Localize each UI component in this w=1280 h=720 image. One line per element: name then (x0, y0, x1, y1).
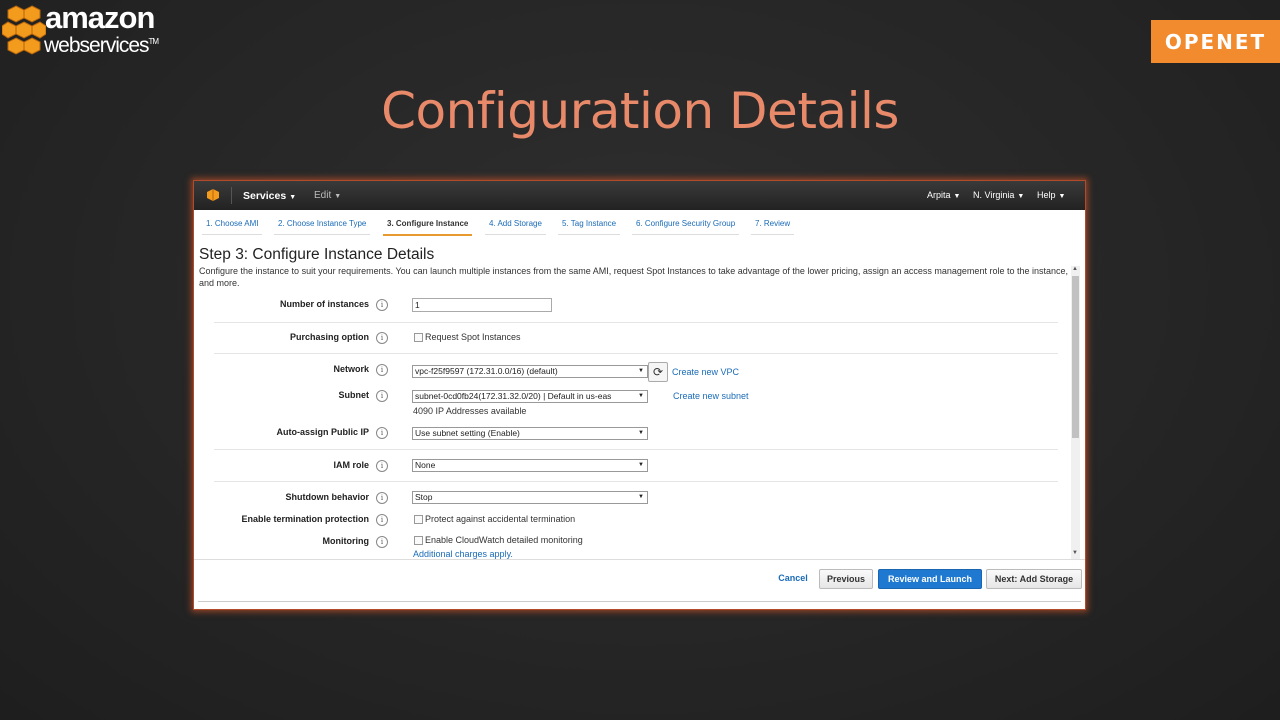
scrollbar[interactable]: ▲ ▼ (1071, 266, 1080, 559)
scrollbar-thumb[interactable] (1072, 276, 1079, 438)
row-divider (214, 322, 1058, 323)
row-divider (214, 353, 1058, 354)
tab-tag-instance[interactable]: 5. Tag Instance (558, 217, 621, 235)
tab-configure-security-group[interactable]: 6. Configure Security Group (632, 217, 740, 235)
aws-tm: TM (148, 37, 160, 46)
step-description: Configure the instance to suit your requ… (199, 266, 1068, 288)
instances-input[interactable]: 1 (412, 298, 552, 312)
chevron-down-icon: ▼ (289, 194, 297, 201)
public-ip-label: Auto-assign Public IP (276, 427, 369, 437)
aws-amazon-text: amazon (45, 0, 155, 35)
region-label: N. Virginia (973, 190, 1015, 200)
shutdown-label: Shutdown behavior (285, 492, 369, 502)
services-label: Services (243, 190, 287, 202)
purchasing-label: Purchasing option (289, 332, 369, 342)
info-icon[interactable]: i (376, 536, 388, 548)
shutdown-select[interactable]: Stop ▼ (412, 491, 648, 504)
info-icon[interactable]: i (376, 364, 388, 376)
termination-label: Enable termination protection (241, 514, 369, 524)
dropdown-arrow-icon: ▼ (638, 393, 644, 399)
spot-checkbox[interactable] (414, 333, 423, 342)
help-menu[interactable]: Help ▼ (1037, 190, 1065, 200)
termination-checkbox[interactable] (414, 515, 423, 524)
info-icon[interactable]: i (376, 299, 388, 311)
aws-logo: amazon webservicesTM (2, 0, 162, 64)
aws-webservices-text: webservicesTM (44, 34, 160, 58)
chevron-down-icon: ▼ (1058, 193, 1066, 200)
network-label: Network (333, 364, 369, 374)
scroll-up-icon[interactable]: ▲ (1072, 266, 1078, 272)
slide-title: Configuration Details (381, 82, 899, 140)
refresh-icon[interactable]: ⟳ (648, 362, 668, 382)
monitoring-checkbox-label: Enable CloudWatch detailed monitoring (425, 535, 583, 545)
iam-select[interactable]: None ▼ (412, 459, 648, 472)
subnet-select[interactable]: subnet-0cd0fb24(172.31.32.0/20) | Defaul… (412, 390, 648, 403)
dropdown-arrow-icon: ▼ (638, 368, 644, 374)
services-menu[interactable]: Services ▼ (243, 190, 296, 202)
aws-cubes-icon (2, 5, 46, 55)
info-icon[interactable]: i (376, 514, 388, 526)
region-menu[interactable]: N. Virginia ▼ (973, 190, 1024, 200)
subnet-ip-note: 4090 IP Addresses available (413, 406, 527, 416)
instances-label: Number of instances (279, 299, 369, 309)
tab-choose-instance-type[interactable]: 2. Choose Instance Type (274, 217, 371, 235)
scroll-down-icon[interactable]: ▼ (1072, 550, 1078, 556)
network-select-value: vpc-f25f9597 (172.31.0.0/16) (default) (415, 366, 558, 376)
create-vpc-link[interactable]: Create new VPC (672, 367, 739, 377)
subnet-label: Subnet (338, 390, 370, 400)
user-menu[interactable]: Arpita ▼ (927, 190, 960, 200)
edit-menu[interactable]: Edit ▼ (314, 190, 341, 201)
network-select[interactable]: vpc-f25f9597 (172.31.0.0/16) (default) ▼ (412, 365, 648, 378)
dropdown-arrow-icon: ▼ (638, 462, 644, 468)
public-ip-select[interactable]: Use subnet setting (Enable) ▼ (412, 427, 648, 440)
openet-logo: OPENET (1151, 20, 1280, 63)
edit-label: Edit (314, 190, 332, 201)
topbar-separator (231, 187, 232, 204)
next-add-storage-button[interactable]: Next: Add Storage (986, 569, 1082, 589)
previous-button[interactable]: Previous (819, 569, 873, 589)
step-heading: Step 3: Configure Instance Details (199, 246, 435, 263)
spot-checkbox-label: Request Spot Instances (425, 332, 521, 342)
aws-cube-icon (207, 189, 219, 201)
create-subnet-link[interactable]: Create new subnet (673, 391, 749, 401)
tab-configure-instance[interactable]: 3. Configure Instance (383, 217, 473, 236)
tab-choose-ami[interactable]: 1. Choose AMI (202, 217, 263, 235)
aws-webservices-word: webservices (44, 34, 150, 57)
tab-add-storage[interactable]: 4. Add Storage (485, 217, 546, 235)
help-label: Help (1037, 190, 1056, 200)
tab-review[interactable]: 7. Review (751, 217, 795, 235)
chevron-down-icon: ▼ (953, 193, 961, 200)
dropdown-arrow-icon: ▼ (638, 430, 644, 436)
monitoring-label: Monitoring (322, 536, 370, 546)
monitoring-checkbox[interactable] (414, 536, 423, 545)
bottom-divider (198, 601, 1081, 602)
shutdown-select-value: Stop (415, 492, 433, 502)
additional-charges-link[interactable]: Additional charges apply. (413, 549, 513, 559)
public-ip-select-value: Use subnet setting (Enable) (415, 428, 520, 438)
review-and-launch-button[interactable]: Review and Launch (878, 569, 982, 589)
chevron-down-icon: ▼ (1017, 193, 1025, 200)
dropdown-arrow-icon: ▼ (638, 494, 644, 500)
iam-select-value: None (415, 460, 436, 470)
row-divider (214, 449, 1058, 450)
user-label: Arpita (927, 190, 951, 200)
info-icon[interactable]: i (376, 390, 388, 402)
cancel-button[interactable]: Cancel (773, 569, 813, 587)
console-screenshot: Services ▼ Edit ▼ Arpita ▼ N. Virginia ▼ Hel… (193, 180, 1086, 610)
info-icon[interactable]: i (376, 460, 388, 472)
termination-checkbox-label: Protect against accidental termination (425, 514, 576, 524)
subnet-select-value: subnet-0cd0fb24(172.31.32.0/20) | Defaul… (415, 391, 612, 401)
footer-divider (194, 559, 1085, 560)
info-icon[interactable]: i (376, 427, 388, 439)
iam-label: IAM role (333, 460, 369, 470)
row-divider (214, 481, 1058, 482)
console-topbar: Services ▼ Edit ▼ Arpita ▼ N. Virginia ▼ Hel… (194, 181, 1085, 210)
info-icon[interactable]: i (376, 332, 388, 344)
info-icon[interactable]: i (376, 492, 388, 504)
chevron-down-icon: ▼ (334, 193, 342, 200)
